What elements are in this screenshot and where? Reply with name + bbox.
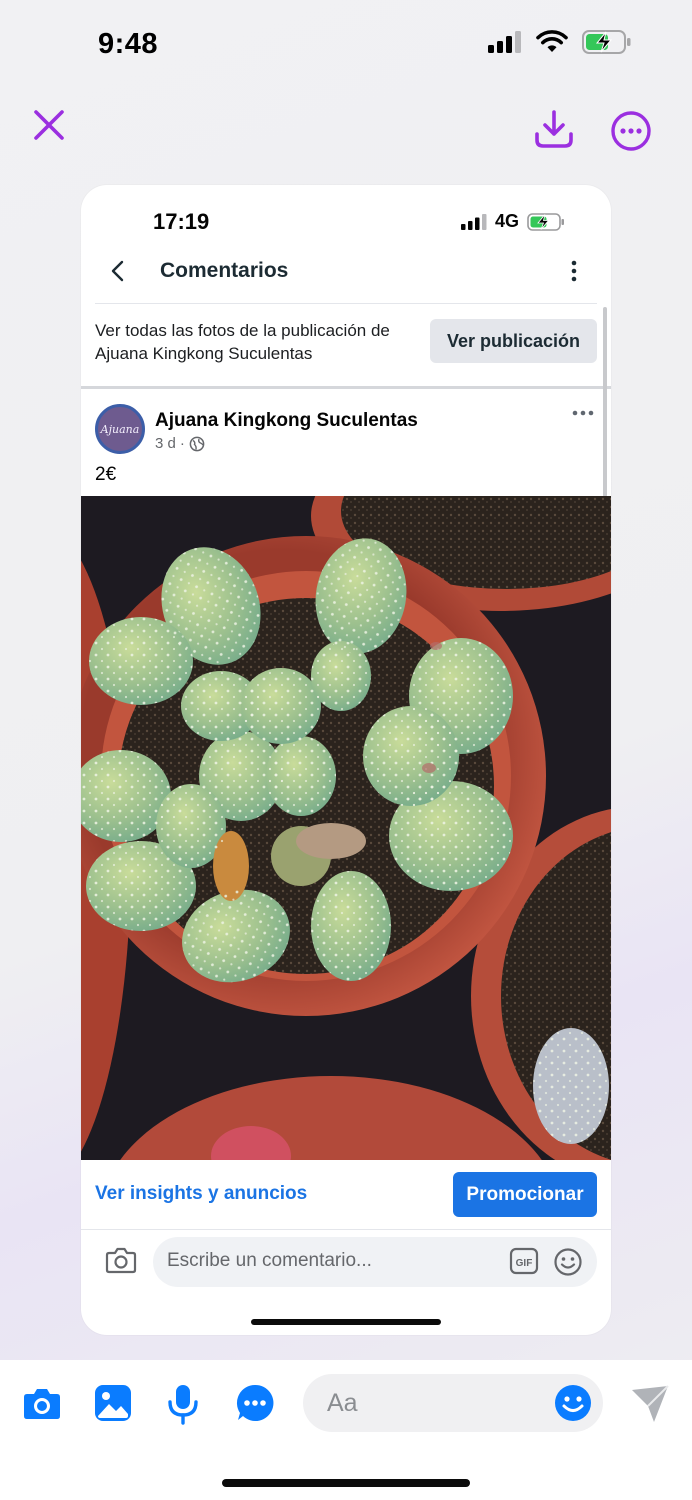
- inner-signal-icon: [460, 213, 487, 230]
- microphone-icon[interactable]: [165, 1383, 201, 1425]
- status-time: 9:48: [98, 28, 159, 60]
- post-time: 3 d: [155, 435, 176, 452]
- download-icon[interactable]: [533, 108, 575, 150]
- vertical-more-icon[interactable]: [565, 259, 583, 283]
- shared-screenshot: 17:19 4G Comentarios Ver todas las fotos…: [81, 185, 611, 1335]
- meta-separator: ·: [179, 435, 185, 452]
- succulent-photo-image: [81, 496, 611, 1160]
- cellular-signal-icon: [488, 31, 521, 53]
- inner-home-indicator: [251, 1319, 441, 1325]
- inner-battery-icon: [527, 212, 564, 231]
- post-text: 2€: [95, 464, 117, 485]
- inner-network-label: 4G: [494, 211, 519, 231]
- wifi-icon: [536, 30, 568, 52]
- comment-placeholder: Escribe un comentario...: [167, 1250, 372, 1271]
- camera-icon[interactable]: [22, 1385, 62, 1421]
- promote-button[interactable]: Promocionar: [453, 1172, 597, 1217]
- post-author[interactable]: Ajuana Kingkong Suculentas: [155, 410, 418, 432]
- gif-icon[interactable]: GIF: [509, 1247, 539, 1275]
- gallery-icon[interactable]: [94, 1384, 132, 1422]
- back-icon[interactable]: [107, 258, 129, 284]
- divider: [81, 1229, 611, 1230]
- insights-link[interactable]: Ver insights y anuncios: [95, 1183, 307, 1205]
- message-placeholder: Aa: [327, 1389, 358, 1417]
- banner-text: Ver todas las fotos de la publicación de…: [95, 321, 390, 363]
- emoji-icon[interactable]: [554, 1384, 592, 1422]
- send-icon[interactable]: [628, 1384, 672, 1424]
- home-indicator: [222, 1479, 470, 1487]
- scrollbar[interactable]: [603, 307, 607, 497]
- inner-status-time: 17:19: [153, 209, 210, 234]
- post-more-icon[interactable]: [572, 407, 594, 419]
- divider: [95, 303, 597, 304]
- post-meta: 3 d ·: [155, 435, 205, 452]
- view-post-button[interactable]: Ver publicación: [430, 319, 597, 363]
- status-icons: [488, 30, 632, 54]
- svg-text:GIF: GIF: [516, 1258, 533, 1269]
- more-options-icon[interactable]: [610, 110, 652, 152]
- inner-status-icons: 4G: [460, 211, 565, 232]
- section-divider: [81, 386, 611, 389]
- battery-charging-icon: [582, 30, 631, 54]
- globe-icon: [189, 436, 205, 451]
- avatar[interactable]: Ajuana: [95, 404, 145, 454]
- avatar-logo-text: Ajuana: [100, 422, 140, 436]
- close-icon[interactable]: [30, 106, 68, 144]
- emoji-icon[interactable]: [553, 1247, 583, 1277]
- camera-icon[interactable]: [105, 1245, 137, 1275]
- more-apps-icon[interactable]: [235, 1383, 275, 1423]
- page-title: Comentarios: [160, 259, 289, 282]
- post-photo[interactable]: [81, 496, 611, 1160]
